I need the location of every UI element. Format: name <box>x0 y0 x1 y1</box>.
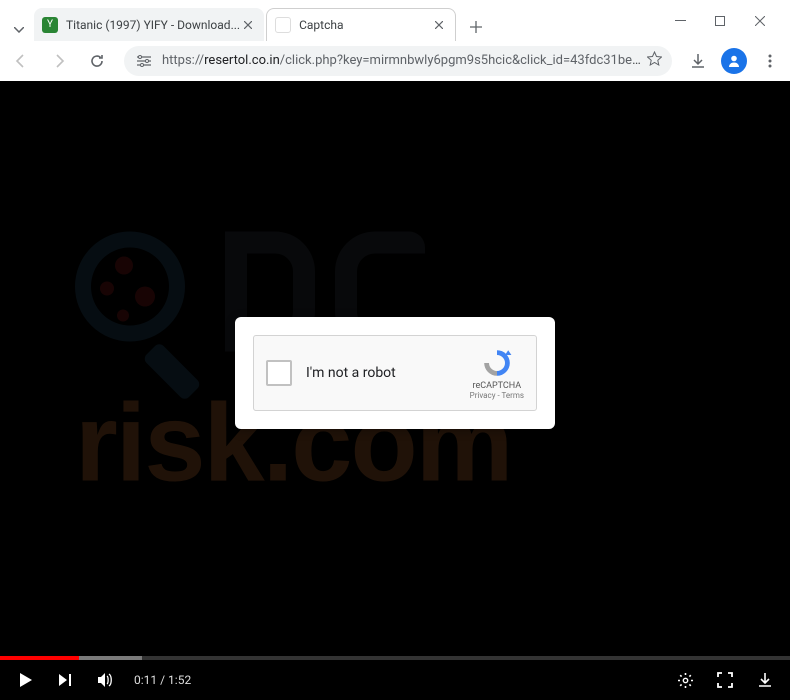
recaptcha-links: Privacy - Terms <box>470 391 524 400</box>
maximize-button[interactable] <box>706 7 734 35</box>
close-icon[interactable] <box>240 17 256 33</box>
volume-button[interactable] <box>90 665 120 695</box>
recaptcha-checkbox[interactable] <box>266 360 292 386</box>
menu-button[interactable] <box>754 45 786 77</box>
progress-played <box>0 656 79 660</box>
site-settings-icon[interactable] <box>134 51 154 71</box>
address-bar[interactable]: https://resertol.co.in/click.php?key=mir… <box>124 46 672 76</box>
fullscreen-button[interactable] <box>710 665 740 695</box>
downloads-icon[interactable] <box>682 45 714 77</box>
favicon-captcha <box>275 17 291 33</box>
next-button[interactable] <box>50 665 80 695</box>
titlebar: Y Titanic (1997) YIFY - Download... Capt… <box>0 0 790 41</box>
time-display: 0:11 / 1:52 <box>134 673 191 687</box>
url-text: https://resertol.co.in/click.php?key=mir… <box>162 53 641 68</box>
video-controls: 0:11 / 1:52 <box>0 656 790 700</box>
recaptcha-icon <box>481 347 513 379</box>
play-button[interactable] <box>10 665 40 695</box>
close-window-button[interactable] <box>746 7 774 35</box>
back-button[interactable] <box>4 44 38 78</box>
download-video-button[interactable] <box>750 665 780 695</box>
tab-title: Captcha <box>299 18 431 32</box>
recaptcha-label: I'm not a robot <box>306 365 470 381</box>
avatar <box>721 48 747 74</box>
tab-strip: Y Titanic (1997) YIFY - Download... Capt… <box>6 0 656 41</box>
page-content: risk.com I'm not a robot reCAPTCHA Priva… <box>0 81 790 700</box>
tab-titanic[interactable]: Y Titanic (1997) YIFY - Download... <box>34 8 264 41</box>
progress-bar[interactable] <box>0 656 790 660</box>
toolbar: https://resertol.co.in/click.php?key=mir… <box>0 41 790 81</box>
minimize-button[interactable] <box>666 7 694 35</box>
bookmark-icon[interactable] <box>647 51 662 70</box>
tab-title: Titanic (1997) YIFY - Download... <box>66 18 240 32</box>
tab-search-dropdown[interactable] <box>8 19 30 41</box>
close-icon[interactable] <box>431 17 447 33</box>
recaptcha-widget: I'm not a robot reCAPTCHA Privacy - Term… <box>253 335 537 411</box>
favicon-yify: Y <box>42 17 58 33</box>
reload-button[interactable] <box>80 44 114 78</box>
window-controls <box>656 7 784 35</box>
settings-button[interactable] <box>670 665 700 695</box>
tab-captcha[interactable]: Captcha <box>266 8 456 41</box>
profile-button[interactable] <box>718 45 750 77</box>
forward-button[interactable] <box>42 44 76 78</box>
recaptcha-badge: reCAPTCHA Privacy - Terms <box>470 347 524 400</box>
recaptcha-brand: reCAPTCHA <box>473 381 522 391</box>
captcha-card: I'm not a robot reCAPTCHA Privacy - Term… <box>235 317 555 429</box>
new-tab-button[interactable] <box>462 13 490 41</box>
